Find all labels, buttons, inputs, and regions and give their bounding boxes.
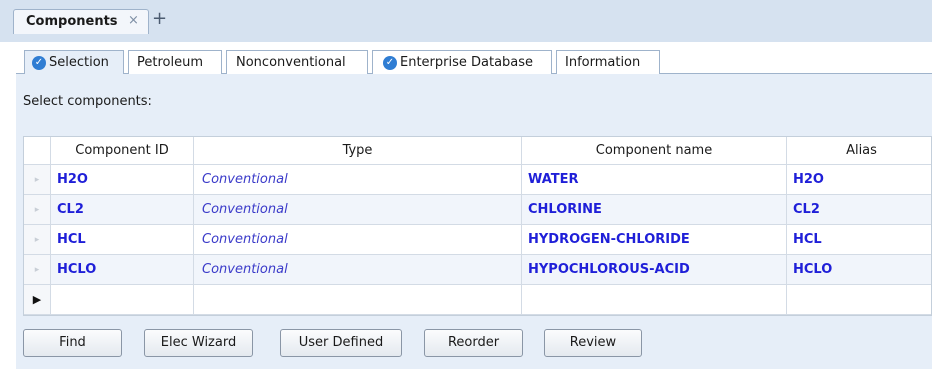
column-header-alias[interactable]: Alias [787, 137, 931, 165]
find-button[interactable]: Find [23, 329, 122, 357]
column-header-type[interactable]: Type [194, 137, 522, 165]
tab-nonconventional[interactable]: Nonconventional [226, 50, 368, 74]
cell-component-id[interactable]: CL2 [51, 195, 194, 225]
document-tab-label: Components [26, 14, 118, 29]
cell-type[interactable]: Conventional [194, 165, 522, 195]
row-selector[interactable]: ▸ [24, 225, 51, 255]
row-selector[interactable]: ▸ [24, 165, 51, 195]
new-row-cell-component-name[interactable] [522, 285, 787, 315]
tab-label: Selection [49, 55, 109, 70]
row-header-corner [24, 137, 51, 165]
cell-component-name[interactable]: HYPOCHLOROUS-ACID [522, 255, 787, 285]
tab-label: Enterprise Database [400, 55, 534, 70]
tab-label: Petroleum [137, 55, 203, 70]
cell-component-name[interactable]: WATER [522, 165, 787, 195]
row-selector[interactable]: ▸ [24, 255, 51, 285]
check-icon: ✓ [383, 56, 397, 70]
cell-alias[interactable]: HCLO [787, 255, 931, 285]
column-header-component-id[interactable]: Component ID [51, 137, 194, 165]
review-button[interactable]: Review [544, 329, 642, 357]
components-grid: Component ID Type Component name Alias ▸… [23, 136, 932, 316]
cell-component-id[interactable]: HCLO [51, 255, 194, 285]
cell-component-id[interactable]: H2O [51, 165, 194, 195]
cell-alias[interactable]: H2O [787, 165, 931, 195]
new-row-cell-type[interactable] [194, 285, 522, 315]
cell-type[interactable]: Conventional [194, 195, 522, 225]
add-tab-icon[interactable]: + [152, 9, 167, 29]
cell-type[interactable]: Conventional [194, 255, 522, 285]
cell-alias[interactable]: CL2 [787, 195, 931, 225]
cell-type[interactable]: Conventional [194, 225, 522, 255]
cell-component-name[interactable]: CHLORINE [522, 195, 787, 225]
cell-component-id[interactable]: HCL [51, 225, 194, 255]
check-icon: ✓ [32, 56, 46, 70]
user-defined-button[interactable]: User Defined [280, 329, 402, 357]
tab-information[interactable]: Information [556, 50, 660, 74]
reorder-button[interactable]: Reorder [424, 329, 523, 357]
tab-petroleum[interactable]: Petroleum [128, 50, 222, 74]
select-components-label: Select components: [23, 94, 152, 109]
close-icon[interactable]: × [128, 13, 139, 28]
elec-wizard-button[interactable]: Elec Wizard [144, 329, 253, 357]
tab-enterprise-database[interactable]: ✓ Enterprise Database [372, 50, 552, 74]
column-header-component-name[interactable]: Component name [522, 137, 787, 165]
new-row-selector[interactable]: ▶ [24, 285, 51, 315]
new-row-cell-component-id[interactable] [51, 285, 194, 315]
tab-label: Nonconventional [236, 55, 346, 70]
cell-component-name[interactable]: HYDROGEN-CHLORIDE [522, 225, 787, 255]
cell-alias[interactable]: HCL [787, 225, 931, 255]
new-row-cell-alias[interactable] [787, 285, 931, 315]
row-selector[interactable]: ▸ [24, 195, 51, 225]
tab-selection[interactable]: ✓ Selection [24, 50, 124, 75]
document-tab-components[interactable]: Components × [13, 9, 149, 34]
tab-label: Information [565, 55, 641, 70]
